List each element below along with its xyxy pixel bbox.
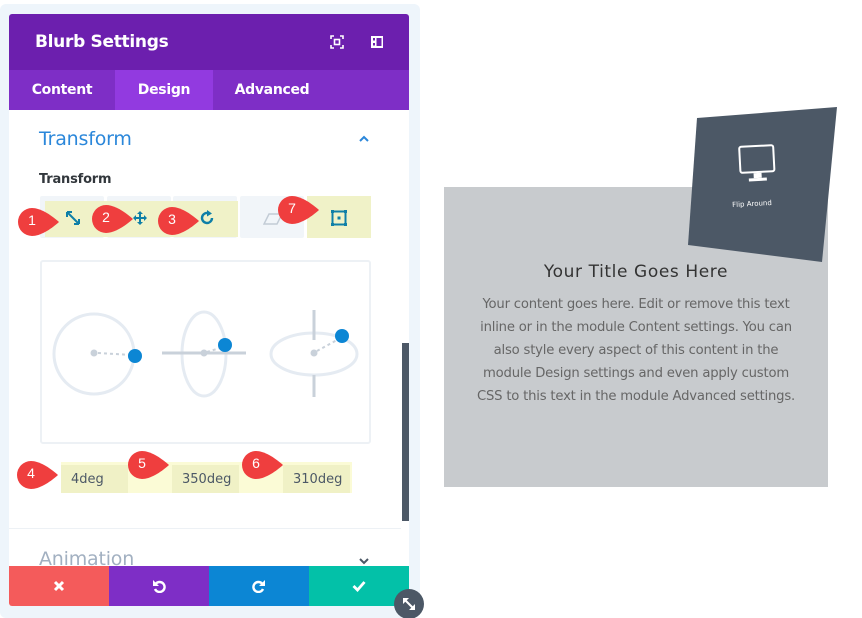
resize-handle[interactable] xyxy=(394,589,424,618)
rotate-z-dial[interactable] xyxy=(269,310,359,397)
discard-button[interactable] xyxy=(9,566,109,606)
move-arrows-icon xyxy=(133,211,147,225)
blurb-settings-modal: Blurb Settings Content Design Advanced T… xyxy=(9,14,409,606)
rotate-x-handle xyxy=(128,349,142,363)
redo-button[interactable] xyxy=(209,566,309,606)
tab-content[interactable]: Content xyxy=(9,70,115,110)
callout-marker: 7 xyxy=(276,195,319,225)
rotate-y-dial[interactable] xyxy=(162,310,246,398)
rotate-x-dial[interactable] xyxy=(52,312,142,396)
transform-origin-icon xyxy=(331,210,347,226)
chevron-up-icon[interactable] xyxy=(357,132,371,146)
transform-field-label: Transform xyxy=(39,172,112,187)
section-title-transform[interactable]: Transform xyxy=(39,128,132,150)
resize-arrows-icon xyxy=(403,598,415,610)
scale-arrows-icon xyxy=(66,211,80,225)
monitor-icon xyxy=(738,144,776,182)
page: Blurb Settings Content Design Advanced T… xyxy=(0,0,862,618)
callout-marker: 3 xyxy=(156,206,199,236)
undo-button[interactable] xyxy=(109,566,209,606)
tab-bar: Content Design Advanced xyxy=(9,70,409,110)
check-icon xyxy=(352,581,366,592)
tab-advanced[interactable]: Advanced xyxy=(213,70,331,110)
callout-marker: 1 xyxy=(16,207,59,237)
close-icon xyxy=(53,580,65,592)
rotate-y-input[interactable] xyxy=(172,465,239,493)
undo-icon xyxy=(153,580,166,593)
rotate-z-input[interactable] xyxy=(283,465,350,493)
redo-icon xyxy=(252,580,265,593)
callout-marker: 2 xyxy=(90,204,133,234)
sidebar-layout-icon[interactable] xyxy=(369,34,385,50)
callout-marker: 4 xyxy=(15,460,58,490)
section-divider xyxy=(9,528,401,529)
rotate-x-input[interactable] xyxy=(61,465,128,493)
scrollbar[interactable] xyxy=(402,343,409,521)
blurb-title: Your Title Goes Here xyxy=(543,262,729,282)
rotate-y-handle xyxy=(218,338,232,352)
modal-footer xyxy=(9,566,409,606)
callout-marker: 6 xyxy=(240,450,283,480)
modal-title: Blurb Settings xyxy=(35,32,169,52)
callout-marker: 5 xyxy=(126,450,169,480)
fullscreen-icon[interactable] xyxy=(329,34,345,50)
blurb-body: Your content goes here. Edit or remove t… xyxy=(476,297,796,404)
tab-design[interactable]: Design xyxy=(115,70,213,110)
rotation-preview xyxy=(40,260,371,444)
modal-header: Blurb Settings xyxy=(9,14,409,70)
rotate-icon xyxy=(200,210,214,225)
rotate-z-handle xyxy=(335,329,349,343)
